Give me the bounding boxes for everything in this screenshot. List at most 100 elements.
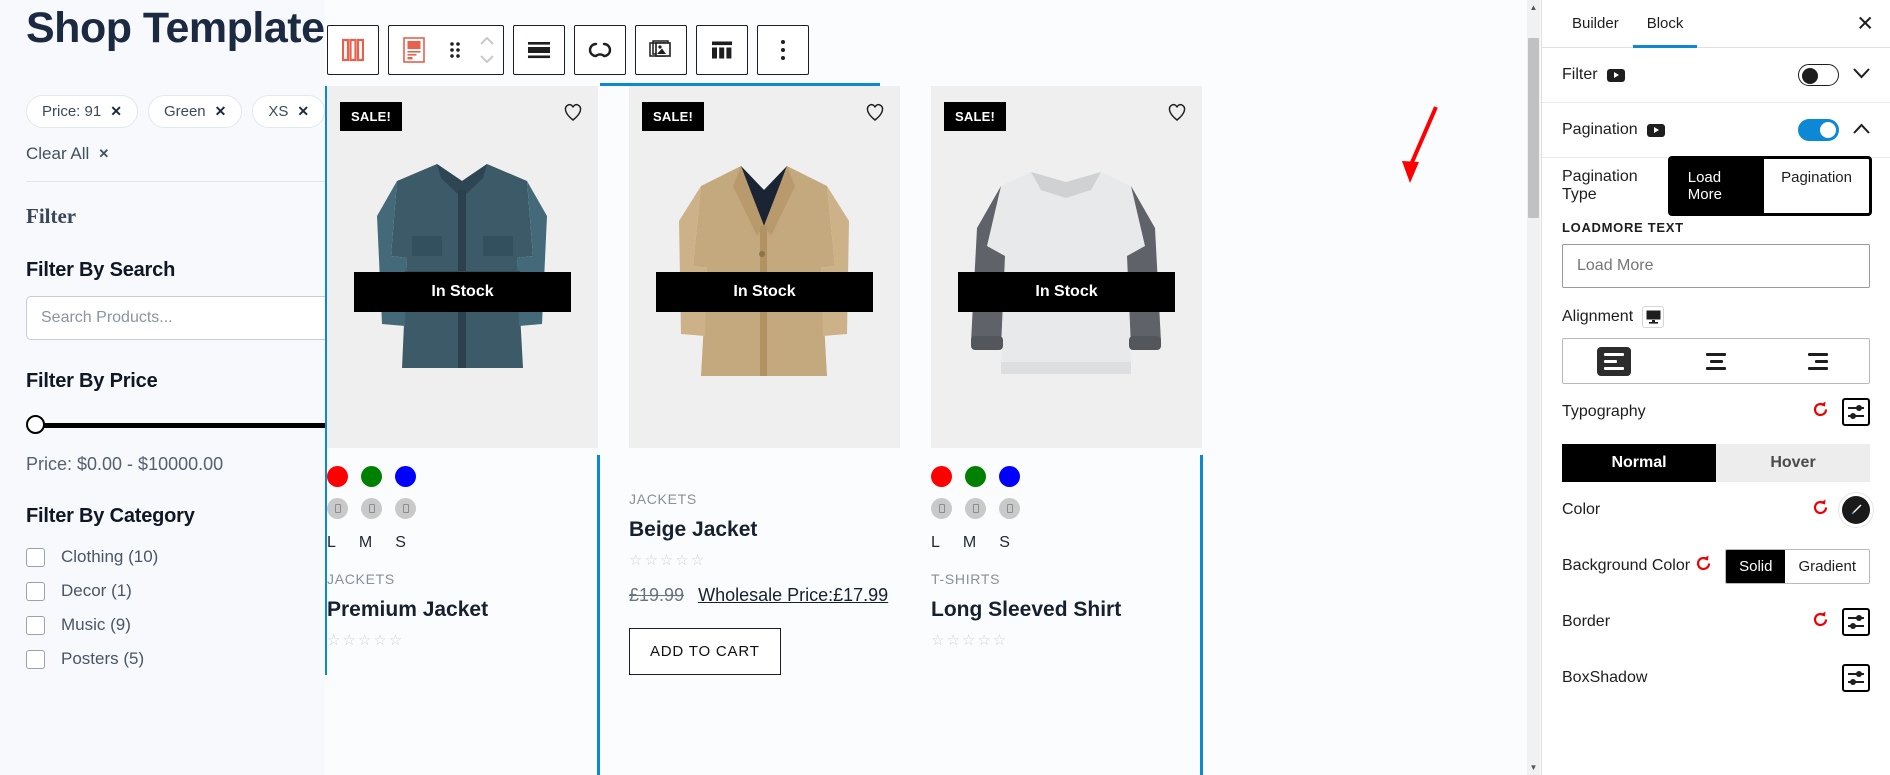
scroll-down-arrow[interactable]: ▼ — [1527, 760, 1540, 775]
reset-icon[interactable] — [1694, 554, 1713, 578]
background-solid-option[interactable]: Solid — [1726, 549, 1786, 583]
checkbox[interactable] — [26, 581, 45, 601]
size-circle[interactable] — [327, 498, 348, 519]
chevron-down-icon[interactable] — [1853, 66, 1870, 84]
size-circle[interactable] — [999, 498, 1020, 519]
close-icon: ✕ — [98, 146, 110, 162]
close-icon[interactable]: ✕ — [297, 103, 309, 120]
size-circle[interactable] — [361, 498, 382, 519]
align-left-button[interactable] — [1563, 338, 1665, 384]
list-item[interactable]: Music (9) › — [26, 608, 370, 642]
video-help-icon[interactable] — [1646, 123, 1665, 137]
size-options[interactable]: L M S — [327, 534, 598, 552]
loadmore-text-input[interactable] — [1562, 244, 1870, 288]
close-icon[interactable]: ✕ — [110, 103, 122, 120]
pagination-type-pagination[interactable]: Pagination — [1764, 159, 1869, 213]
size-option[interactable]: L — [931, 534, 940, 552]
close-icon[interactable]: ✕ — [215, 103, 227, 120]
product-card[interactable]: SALE! In Stock — [325, 86, 598, 675]
checkbox[interactable] — [26, 615, 45, 635]
section-header[interactable]: Filter By Category − — [26, 505, 370, 528]
more-options-icon[interactable] — [758, 25, 808, 75]
search-input[interactable] — [26, 296, 370, 341]
size-circle[interactable] — [395, 498, 416, 519]
state-normal[interactable]: Normal — [1562, 444, 1716, 482]
size-options[interactable]: L M S — [931, 534, 1202, 552]
sliders-icon[interactable] — [1842, 398, 1870, 426]
product-name[interactable]: Beige Jacket — [629, 518, 900, 542]
clear-all-button[interactable]: Clear All ✕ — [26, 144, 109, 164]
tab-builder[interactable]: Builder — [1558, 0, 1633, 48]
reset-icon[interactable] — [1811, 610, 1830, 634]
size-option[interactable]: S — [999, 534, 1010, 552]
chevron-up-icon[interactable] — [1853, 121, 1870, 139]
wishlist-heart-icon[interactable] — [864, 102, 886, 127]
filter-toggle[interactable] — [1798, 64, 1839, 86]
section-header[interactable]: Filter By Search − — [26, 259, 370, 282]
link-infinity-icon[interactable] — [575, 25, 625, 75]
price-sale: Wholesale Price:£17.99 — [698, 585, 889, 605]
wishlist-heart-icon[interactable] — [562, 102, 584, 127]
product-name[interactable]: Premium Jacket — [327, 598, 598, 622]
color-swatch[interactable] — [395, 466, 416, 487]
product-card[interactable]: SALE! In Stock JACKETS Beige Jacket ☆☆☆☆… — [629, 86, 900, 675]
scroll-up-arrow[interactable]: ▲ — [1527, 0, 1540, 15]
checkbox[interactable] — [26, 649, 45, 669]
scrollbar-thumb[interactable] — [1528, 38, 1539, 218]
desktop-icon[interactable] — [1642, 306, 1665, 328]
size-option[interactable]: S — [395, 534, 406, 552]
sliders-icon[interactable] — [1842, 608, 1870, 636]
list-item[interactable]: Decor (1) — [26, 574, 370, 608]
product-card[interactable]: SALE! In Stock — [931, 86, 1202, 675]
size-option[interactable]: L — [327, 534, 336, 552]
state-hover[interactable]: Hover — [1716, 444, 1870, 482]
size-circle[interactable] — [931, 498, 952, 519]
list-item[interactable]: Clothing (10) › — [26, 540, 370, 574]
pagination-type-load-more[interactable]: Load More — [1670, 159, 1765, 213]
color-swatches[interactable] — [327, 466, 598, 487]
active-filter-chip[interactable]: XS ✕ — [252, 95, 326, 129]
reset-icon[interactable] — [1811, 498, 1830, 522]
color-swatch[interactable] — [999, 466, 1020, 487]
list-item[interactable]: Posters (5) — [26, 642, 370, 676]
slider-handle-min[interactable] — [26, 415, 45, 435]
align-right-button[interactable] — [1767, 338, 1869, 384]
drag-handle-icon[interactable] — [439, 25, 471, 75]
sliders-icon[interactable] — [1842, 664, 1870, 692]
pagination-toggle[interactable] — [1798, 119, 1839, 141]
color-swatch[interactable] — [327, 466, 348, 487]
product-block-icon[interactable] — [389, 25, 439, 75]
active-filter-chip[interactable]: Green ✕ — [147, 95, 243, 129]
price-range-slider[interactable] — [26, 415, 370, 437]
size-circles[interactable] — [327, 498, 598, 519]
tab-block[interactable]: Block — [1632, 0, 1698, 48]
canvas-scrollbar[interactable]: ▲ ▼ — [1527, 0, 1540, 775]
gallery-image-icon[interactable] — [636, 25, 686, 75]
add-to-cart-button[interactable]: ADD TO CART — [629, 628, 781, 675]
section-header[interactable]: Filter By Price − — [26, 370, 370, 393]
video-help-icon[interactable] — [1606, 68, 1625, 82]
size-circles[interactable] — [931, 498, 1202, 519]
pagination-row-label-group: Pagination — [1562, 121, 1665, 139]
background-gradient-option[interactable]: Gradient — [1785, 549, 1869, 583]
reset-icon[interactable] — [1811, 400, 1830, 424]
brush-icon[interactable] — [1842, 496, 1870, 524]
size-option[interactable]: M — [359, 534, 372, 552]
price-line: £19.99 Wholesale Price:£17.99 — [629, 585, 900, 606]
color-swatch[interactable] — [931, 466, 952, 487]
color-swatch[interactable] — [361, 466, 382, 487]
table-layout-icon[interactable] — [697, 25, 747, 75]
close-icon[interactable]: ✕ — [1856, 13, 1874, 34]
align-justify-icon[interactable] — [514, 25, 564, 75]
wishlist-heart-icon[interactable] — [1166, 102, 1188, 127]
columns-icon[interactable] — [328, 25, 378, 75]
color-swatch[interactable] — [965, 466, 986, 487]
align-center-button[interactable] — [1665, 338, 1767, 384]
size-option[interactable]: M — [963, 534, 976, 552]
color-swatches[interactable] — [931, 466, 1202, 487]
checkbox[interactable] — [26, 547, 45, 567]
size-circle[interactable] — [965, 498, 986, 519]
active-filter-chip[interactable]: Price: 91 ✕ — [26, 95, 138, 129]
move-updown-icon[interactable] — [471, 25, 503, 75]
product-name[interactable]: Long Sleeved Shirt — [931, 598, 1202, 622]
